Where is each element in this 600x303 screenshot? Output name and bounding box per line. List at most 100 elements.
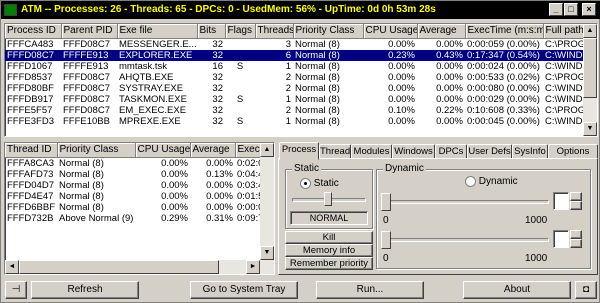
tab-thread[interactable]: Thread — [319, 144, 351, 159]
thread-column-header[interactable]: CPU Usage — [135, 143, 191, 158]
thread-cell: FFFD6BBF — [7, 201, 56, 213]
process-cell: Normal (8) — [295, 38, 340, 50]
thread-cell: Above Normal (9) — [59, 212, 134, 224]
process-list[interactable]: Process ID Parent PID Exe file Bits Flags Thr… — [4, 23, 598, 137]
scroll-thumb[interactable] — [583, 38, 597, 98]
thread-cell: 0.00% — [161, 157, 188, 169]
scroll-right-arrow-icon[interactable]: ► — [246, 260, 260, 274]
thread-column-header[interactable]: Priority Class — [57, 143, 136, 158]
process-row[interactable]: FFFDB917 FFFD08C7 TASKMON.EXE 32 S 1 Normal (8… — [5, 94, 585, 105]
thread-column-header[interactable]: Thread ID — [5, 143, 58, 158]
process-row[interactable]: FFFD1067 FFFFE913 mmtask.tsk 16 S 1 Normal (8)… — [5, 61, 585, 72]
dynamic-slider1-spin[interactable] — [570, 192, 582, 210]
tab-user-defs[interactable]: User Defs — [467, 144, 512, 159]
process-cell: 32 — [212, 115, 223, 127]
tab-sysinfo[interactable]: SysInfo — [512, 144, 548, 159]
thread-cell: Normal (8) — [59, 201, 104, 213]
process-row[interactable]: FFFE3FD3 FFFE10BB MPREXE.EXE 32 S 1 Normal (8)… — [5, 116, 585, 127]
process-column-header[interactable]: Flags — [225, 24, 256, 39]
process-column-header[interactable]: Threads — [255, 24, 294, 39]
process-row[interactable]: FFFD8537 FFFD08C7 AHQTB.EXE 32 2 Normal (8) 0.… — [5, 72, 585, 83]
thread-list[interactable]: Thread ID Priority Class CPU Usage Average E… — [4, 142, 275, 275]
process-cell: 0:00:024 (0.00%) — [467, 60, 540, 72]
minimize-button[interactable]: _ — [549, 3, 563, 16]
process-column-header[interactable]: Average — [417, 24, 466, 39]
hscroll-thumb[interactable] — [19, 260, 219, 274]
static-radio-icon[interactable] — [300, 178, 311, 189]
thread-row[interactable]: FFFD4E47 Normal (8) 0.00% 0.00% 0:01:5 — [5, 191, 274, 202]
dynamic-slider2-spin[interactable] — [570, 230, 582, 248]
process-row[interactable]: FFFD08C7 FFFFE913 EXPLORER.EXE 32 6 Normal (8… — [5, 49, 585, 61]
process-column-header[interactable]: Full path — [543, 24, 586, 39]
process-cell: 0:00:533 (0.02%) — [467, 71, 540, 83]
spin1-up-icon[interactable] — [570, 192, 582, 201]
process-cell: 2 — [285, 104, 291, 116]
thread-row[interactable]: FFFAFD73 Normal (8) 0.00% 0.13% 0:04:4 — [5, 168, 274, 180]
process-row[interactable]: FFFE5F57 FFFD08C7 EM_EXEC.EXE 32 2 Normal (8)… — [5, 105, 585, 116]
tab-options[interactable]: Options — [548, 144, 598, 159]
process-column-header[interactable]: Priority Class — [293, 24, 364, 39]
process-column-header[interactable]: CPU Usage — [363, 24, 418, 39]
thread-scroll-up-icon[interactable]: ▲ — [260, 143, 274, 157]
process-row[interactable]: FFFD80BF FFFD08C7 SYSTRAY.EXE 32 2 Normal (8)… — [5, 83, 585, 94]
go-to-system-tray-button[interactable]: Go to System Tray — [190, 281, 298, 299]
pin-icon[interactable]: ⊣ — [5, 281, 27, 299]
spin2-up-icon[interactable] — [570, 230, 582, 239]
process-column-header[interactable]: Bits — [197, 24, 226, 39]
process-cell: FFFD08C7 — [5, 49, 61, 61]
process-column-header[interactable]: Exe file — [117, 24, 198, 39]
refresh-button[interactable]: Refresh — [31, 281, 139, 299]
tab-windows[interactable]: Windows — [392, 144, 435, 159]
tab-process[interactable]: Process — [279, 142, 319, 160]
process-cell: 0.00% — [388, 93, 415, 105]
dynamic-slider1-track[interactable] — [383, 200, 549, 204]
run-button[interactable]: Run... — [316, 281, 424, 299]
spin2-down-icon[interactable] — [570, 239, 582, 248]
thread-list-hscrollbar[interactable]: ◄ ► — [5, 260, 260, 274]
process-cell: C:\PROGR — [545, 71, 585, 83]
dynamic-radio-icon[interactable] — [465, 176, 476, 187]
memory-info-button[interactable]: Memory info — [285, 244, 373, 257]
process-column-header[interactable]: ExecTime (m:s:ms) — [465, 24, 544, 39]
close-button[interactable]: × — [582, 3, 596, 16]
thread-row[interactable]: FFFD6BBF Normal (8) 0.00% 0.00% 0:00:0 — [5, 201, 274, 213]
process-list-scrollbar[interactable]: ▲ ▼ — [583, 24, 597, 136]
maximize-button[interactable]: □ — [564, 3, 578, 16]
spin1-down-icon[interactable] — [570, 201, 582, 210]
thread-row[interactable]: FFFA8CA3 Normal (8) 0.00% 0.00% 0:02:0 — [5, 157, 274, 169]
dynamic-slider2-track[interactable] — [383, 238, 549, 242]
process-cell: Normal (8) — [295, 71, 340, 83]
thread-row[interactable]: FFFD04D7 Normal (8) 0.00% 0.00% 0:03:4 — [5, 180, 274, 191]
thread-cell: 0.00% — [206, 201, 233, 213]
thread-row[interactable]: FFFD732B Above Normal (9) 0.29% 0.31% 0:09:7 — [5, 212, 274, 224]
dynamic-slider1-thumb[interactable] — [381, 193, 391, 211]
thread-column-header[interactable]: Average — [190, 143, 236, 158]
thread-cell: FFFAFD73 — [7, 168, 54, 180]
process-cell: FFFE3FD3 — [7, 115, 54, 127]
about-button[interactable]: About — [463, 281, 571, 299]
process-column-header[interactable]: Process ID — [5, 24, 62, 39]
scroll-down-arrow-icon[interactable]: ▼ — [583, 122, 597, 136]
screen-icon[interactable]: ◘ — [575, 281, 597, 299]
process-column-header[interactable]: Parent PID — [61, 24, 118, 39]
static-priority-value: NORMAL — [290, 211, 368, 225]
dynamic-radio[interactable]: Dynamic — [465, 176, 518, 187]
thread-cell: 0.31% — [206, 212, 233, 224]
kill-button[interactable]: Kill — [285, 231, 373, 244]
thread-list-vscrollbar[interactable]: ▲ ▼ — [260, 143, 274, 274]
remember-priority-button[interactable]: Remember priority — [285, 257, 373, 270]
scroll-up-arrow-icon[interactable]: ▲ — [583, 24, 597, 38]
process-cell: 0.00% — [388, 115, 415, 127]
tab-dpcs[interactable]: DPCs — [435, 144, 467, 159]
tab-modules[interactable]: Modules — [351, 144, 392, 159]
scroll-left-arrow-icon[interactable]: ◄ — [5, 260, 19, 274]
process-cell: 0:00:045 (0.00%) — [467, 115, 540, 127]
process-cell: FFFE5F57 — [7, 104, 53, 116]
static-slider-thumb[interactable] — [324, 192, 332, 206]
dynamic-slider2-thumb[interactable] — [381, 231, 391, 249]
thread-scroll-down-icon[interactable]: ▼ — [260, 246, 274, 260]
process-row[interactable]: FFFCA483 FFFD08C7 MESSENGER.E... 32 3 Normal … — [5, 38, 585, 50]
process-cell: S — [236, 93, 244, 105]
thread-cell: 0.00% — [161, 201, 188, 213]
static-radio[interactable]: Static — [300, 178, 339, 189]
